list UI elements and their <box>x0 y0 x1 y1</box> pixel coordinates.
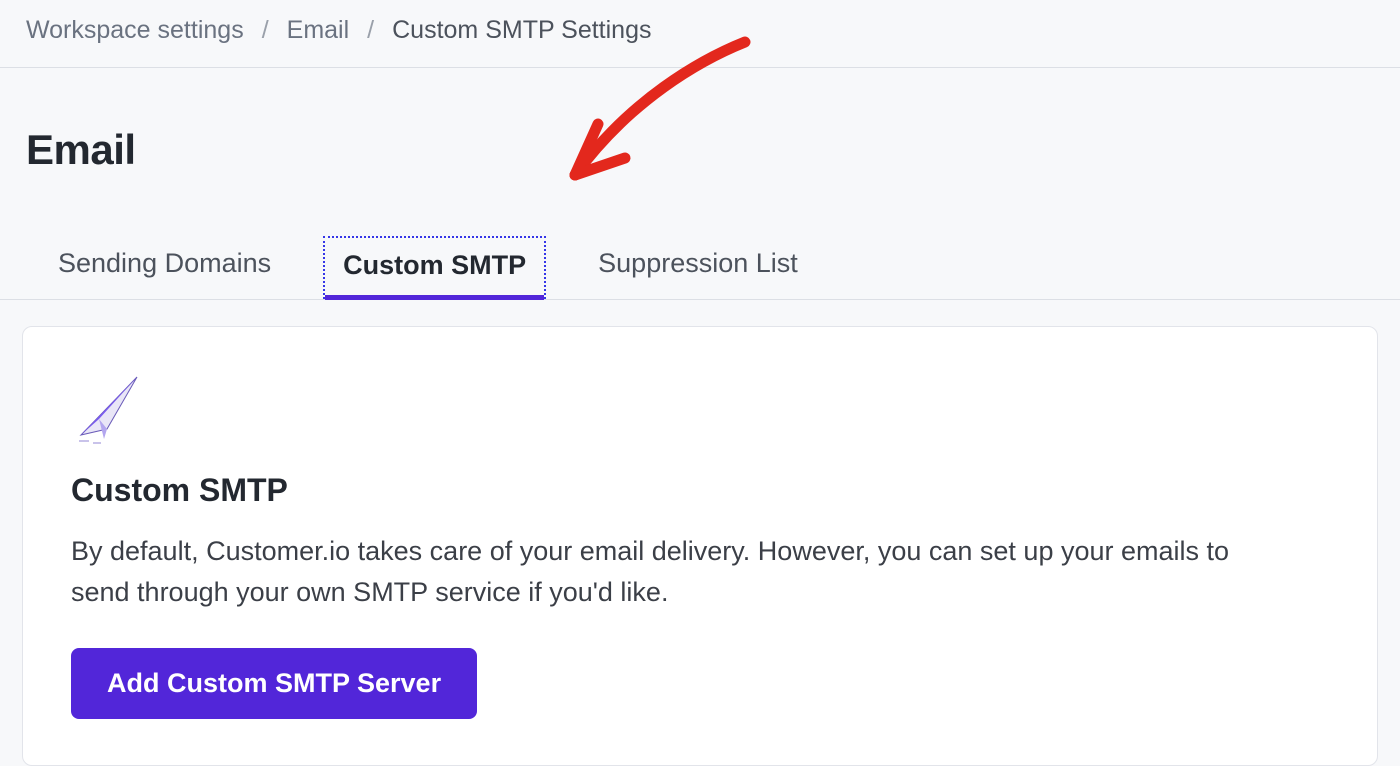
breadcrumb-workspace-settings[interactable]: Workspace settings <box>26 16 244 45</box>
breadcrumb-separator: / <box>262 16 269 45</box>
tab-sending-domains[interactable]: Sending Domains <box>40 236 289 299</box>
breadcrumb-email[interactable]: Email <box>287 16 350 45</box>
page-title: Email <box>0 96 1400 184</box>
custom-smtp-card: Custom SMTP By default, Customer.io take… <box>22 326 1378 766</box>
tab-suppression-list[interactable]: Suppression List <box>580 236 816 299</box>
breadcrumb: Workspace settings / Email / Custom SMTP… <box>0 0 1400 68</box>
card-description: By default, Customer.io takes care of yo… <box>71 531 1291 612</box>
tab-custom-smtp[interactable]: Custom SMTP <box>323 236 546 299</box>
paper-plane-icon <box>71 369 1329 452</box>
breadcrumb-separator: / <box>367 16 374 45</box>
breadcrumb-current: Custom SMTP Settings <box>392 16 651 45</box>
tabs: Sending Domains Custom SMTP Suppression … <box>0 212 1400 300</box>
card-title: Custom SMTP <box>71 472 1329 509</box>
add-custom-smtp-server-button[interactable]: Add Custom SMTP Server <box>71 648 477 719</box>
